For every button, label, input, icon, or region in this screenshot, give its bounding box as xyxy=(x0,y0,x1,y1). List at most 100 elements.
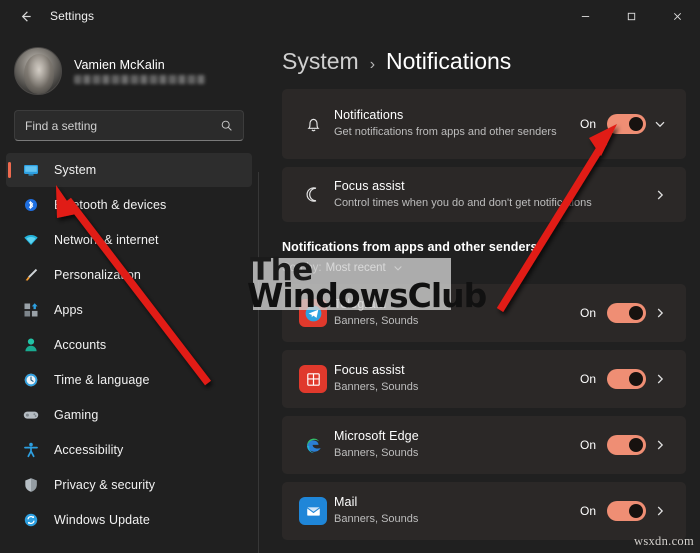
sidebar-item-privacy-security[interactable]: Privacy & security xyxy=(6,468,252,502)
paintbrush-icon xyxy=(20,266,42,284)
edge-icon xyxy=(299,431,327,459)
card-subtitle: Get notifications from apps and other se… xyxy=(334,126,557,139)
person-icon xyxy=(20,336,42,354)
chevron-right-icon xyxy=(657,440,664,450)
app-row-microsoft-edge[interactable]: Microsoft Edge Banners, Sounds On xyxy=(282,416,686,474)
search-input[interactable]: Find a setting xyxy=(14,110,244,141)
back-button[interactable] xyxy=(8,0,42,32)
sidebar-item-label: Gaming xyxy=(54,408,99,422)
toggle-knob xyxy=(629,306,643,320)
app-detail: Banners, Sounds xyxy=(334,381,419,394)
sidebar-item-bluetooth-devices[interactable]: Bluetooth & devices xyxy=(6,188,252,222)
focus-assist-card[interactable]: Focus assist Control times when you do a… xyxy=(282,167,686,222)
sidebar-item-label: Personalization xyxy=(54,268,141,282)
window-controls xyxy=(562,0,700,32)
sidebar-item-accessibility[interactable]: Accessibility xyxy=(6,433,252,467)
app-toggle[interactable] xyxy=(607,501,646,521)
app-detail: Banners, Sounds xyxy=(334,447,419,460)
toggle-knob xyxy=(629,117,643,131)
app-name: Mail xyxy=(334,495,358,510)
user-email-redacted xyxy=(74,75,206,84)
maximize-button[interactable] xyxy=(608,0,654,32)
sidebar-item-windows-update[interactable]: Windows Update xyxy=(6,503,252,537)
toggle-state-label: On xyxy=(579,504,596,518)
sidebar-item-network-internet[interactable]: Network & internet xyxy=(6,223,252,257)
open-button[interactable] xyxy=(646,505,674,517)
card-title: Focus assist xyxy=(334,178,405,193)
mail-icon xyxy=(299,497,327,525)
minimize-button[interactable] xyxy=(562,0,608,32)
app-toggle[interactable] xyxy=(607,369,646,389)
app-toggle[interactable] xyxy=(607,303,646,323)
sidebar-item-accounts[interactable]: Accounts xyxy=(6,328,252,362)
telegram-icon xyxy=(299,299,327,327)
toggle-state-label: On xyxy=(579,438,596,452)
open-button[interactable] xyxy=(646,439,674,451)
close-icon xyxy=(673,12,681,20)
sidebar-nav: System Bluetooth & devices Network & int… xyxy=(0,153,258,537)
sidebar-item-apps[interactable]: Apps xyxy=(6,293,252,327)
section-heading: Notifications from apps and other sender… xyxy=(282,240,538,254)
settings-window: Settings Vamien McKalin Find a setting S… xyxy=(0,0,700,553)
toggle-state-label: On xyxy=(579,372,596,386)
app-row-focus-assist[interactable]: Focus assist Banners, Sounds On xyxy=(282,350,686,408)
chevron-right-icon xyxy=(657,374,664,384)
breadcrumb-parent[interactable]: System xyxy=(282,48,359,75)
bell-icon xyxy=(296,115,330,134)
apps-grid-icon xyxy=(20,301,42,319)
app-name: Focus assist xyxy=(334,363,405,378)
toggle-knob xyxy=(629,372,643,386)
breadcrumb: System › Notifications xyxy=(262,32,700,75)
app-detail: Banners, Sounds xyxy=(334,513,419,526)
title-bar: Settings xyxy=(0,0,700,32)
toggle-knob xyxy=(629,438,643,452)
app-toggle[interactable] xyxy=(607,435,646,455)
sort-value: Most recent xyxy=(325,262,386,274)
app-row-mail[interactable]: Mail Banners, Sounds On xyxy=(282,482,686,540)
notifications-card[interactable]: Notifications Get notifications from app… xyxy=(282,89,686,159)
sidebar-item-time-language[interactable]: Time & language xyxy=(6,363,252,397)
app-row-telegram[interactable]: Telegram Banners, Sounds On xyxy=(282,284,686,342)
sort-control[interactable]: Sort by: Most recent xyxy=(282,262,700,274)
toggle-state-label: On xyxy=(579,306,596,320)
bluetooth-icon xyxy=(20,196,42,214)
toggle-state-label: On xyxy=(579,117,596,131)
gamepad-icon xyxy=(20,406,42,424)
accessibility-icon xyxy=(20,441,42,459)
sidebar-item-label: Privacy & security xyxy=(54,478,156,492)
open-button[interactable] xyxy=(646,373,674,385)
sidebar-item-label: Apps xyxy=(54,303,83,317)
search-placeholder: Find a setting xyxy=(25,118,98,133)
back-arrow-icon xyxy=(21,10,31,22)
window-title: Settings xyxy=(50,9,95,23)
user-name: Vamien McKalin xyxy=(74,58,165,72)
sidebar-item-label: Bluetooth & devices xyxy=(54,198,167,212)
app-name: Telegram xyxy=(334,297,387,312)
open-button[interactable] xyxy=(646,189,674,201)
sort-label: Sort by: xyxy=(282,262,322,274)
toggle-knob xyxy=(629,504,643,518)
sidebar-item-label: Windows Update xyxy=(54,513,150,527)
sidebar-item-label: System xyxy=(54,163,97,177)
sync-icon xyxy=(20,511,42,529)
search-icon xyxy=(221,120,232,131)
sidebar-item-personalization[interactable]: Personalization xyxy=(6,258,252,292)
card-title: Notifications xyxy=(334,108,404,123)
open-button[interactable] xyxy=(646,307,674,319)
sidebar-item-label: Accessibility xyxy=(54,443,124,457)
clock-icon xyxy=(20,371,42,389)
user-profile[interactable]: Vamien McKalin xyxy=(0,32,258,96)
shield-icon xyxy=(20,476,42,494)
card-subtitle: Control times when you do and don't get … xyxy=(334,196,592,209)
sidebar-item-system[interactable]: System xyxy=(6,153,252,187)
sidebar-item-label: Accounts xyxy=(54,338,107,352)
notifications-toggle[interactable] xyxy=(607,114,646,134)
focus-assist-icon xyxy=(299,365,327,393)
sidebar-item-gaming[interactable]: Gaming xyxy=(6,398,252,432)
sidebar-item-label: Time & language xyxy=(54,373,150,387)
expand-button[interactable] xyxy=(646,118,674,130)
chevron-right-icon xyxy=(657,506,664,516)
chevron-right-icon xyxy=(657,190,664,199)
close-button[interactable] xyxy=(654,0,700,32)
main-content: System › Notifications Notifications Get… xyxy=(262,32,700,553)
